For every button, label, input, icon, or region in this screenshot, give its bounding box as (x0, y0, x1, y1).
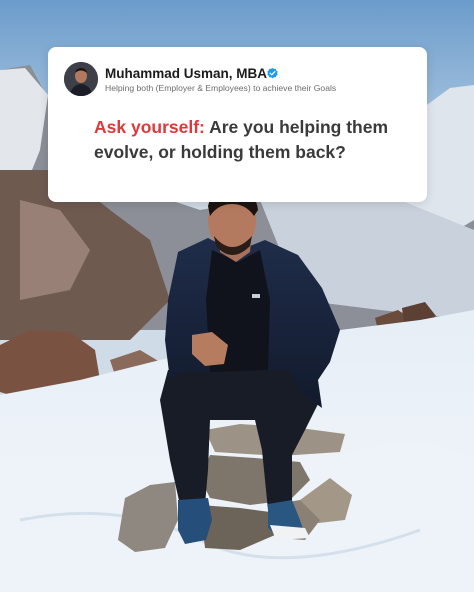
avatar[interactable] (64, 62, 98, 96)
quote-card: Muhammad Usman, MBA Helping both (Employ… (48, 47, 427, 202)
post-headline: Ask yourself: Are you helping them evolv… (94, 115, 404, 165)
author-tagline: Helping both (Employer & Employees) to a… (105, 83, 337, 93)
verified-badge-icon (266, 67, 279, 80)
avatar-photo (64, 62, 98, 96)
author-name[interactable]: Muhammad Usman, MBA (105, 66, 267, 81)
headline-highlight: Ask yourself: (94, 117, 205, 137)
